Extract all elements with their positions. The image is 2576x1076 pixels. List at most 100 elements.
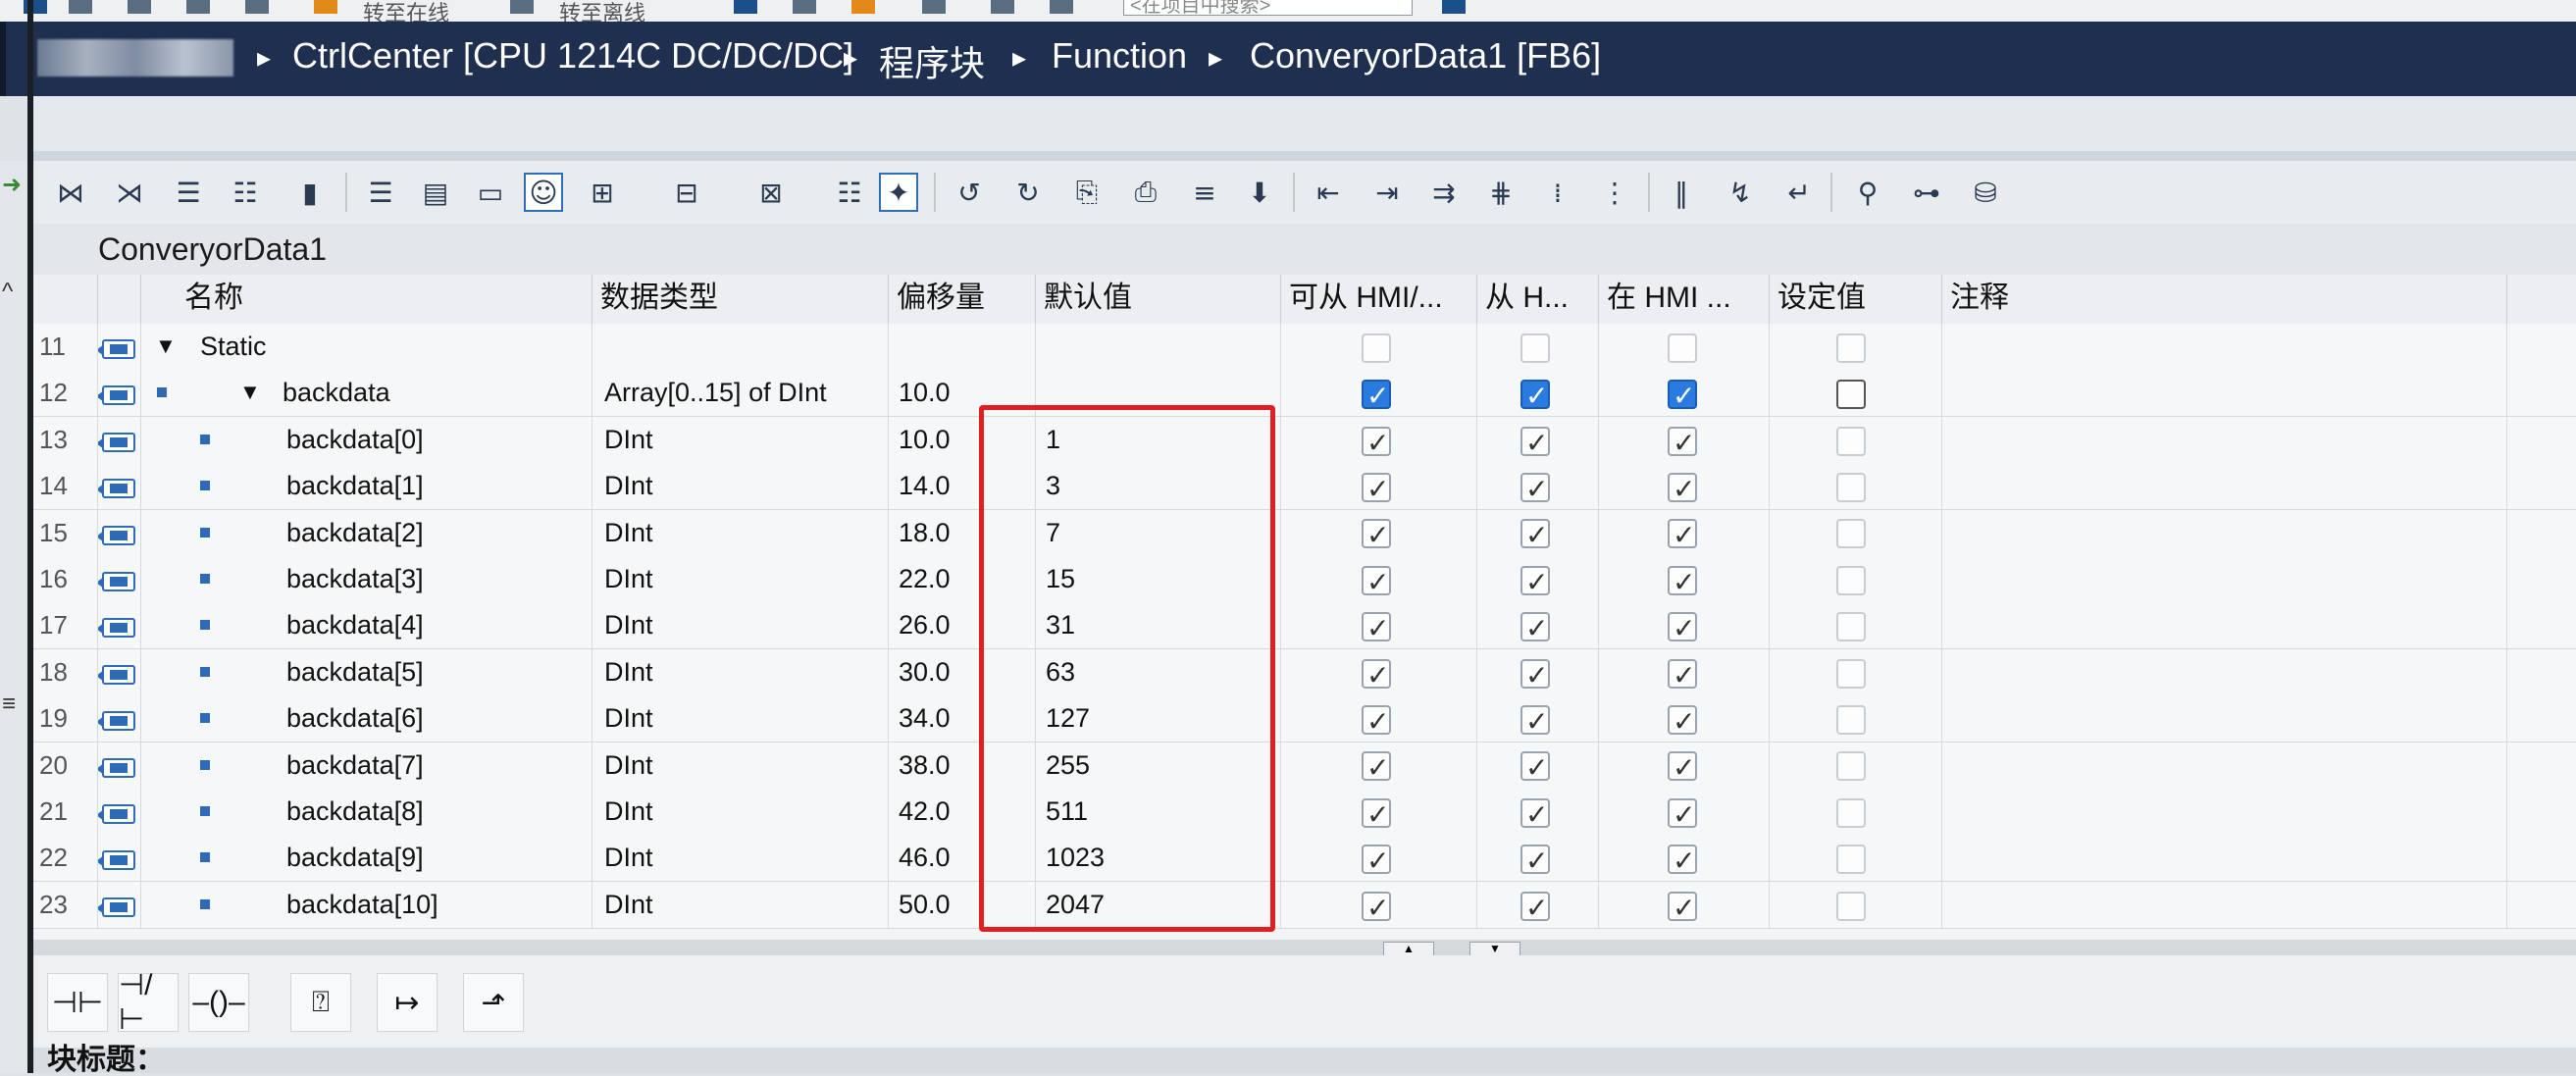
open-branch-icon[interactable]: ↦ xyxy=(377,973,438,1032)
hmi-settable-checkbox[interactable] xyxy=(1668,793,1697,835)
hmi-visible-checkbox[interactable] xyxy=(1520,886,1550,928)
go-online-icon[interactable] xyxy=(314,0,337,14)
table-row[interactable]: 12 ▼ backdata Array[0..15] of DInt 10.0 xyxy=(33,370,2576,418)
name-cell[interactable]: backdata[5] xyxy=(141,648,592,695)
header-datatype[interactable]: 数据类型 xyxy=(592,275,889,324)
setpoint-checkbox[interactable] xyxy=(1836,751,1866,782)
hmi-visible-checkbox[interactable] xyxy=(1520,374,1550,416)
hmi-access-checkbox[interactable] xyxy=(1362,560,1391,602)
hmi-in-cell[interactable] xyxy=(1599,881,1770,928)
hmi-in-cell[interactable] xyxy=(1599,695,1770,743)
setpoint-cell[interactable] xyxy=(1770,789,1942,835)
default-value-cell[interactable]: 15 xyxy=(1036,556,1281,602)
default-value-cell[interactable]: 127 xyxy=(1036,695,1281,743)
hmi-access-cell[interactable] xyxy=(1281,324,1477,370)
name-cell[interactable]: backdata[9] xyxy=(141,835,592,882)
hmi-settable-checkbox[interactable] xyxy=(1668,374,1697,416)
delete-row-icon[interactable]: ⋊ xyxy=(110,173,149,212)
hmi-from-cell[interactable] xyxy=(1477,370,1599,417)
setpoint-cell[interactable] xyxy=(1770,695,1942,743)
datatype-cell[interactable]: DInt xyxy=(592,881,889,928)
table-row[interactable]: 14 backdata[1] DInt 14.0 3 xyxy=(33,463,2576,511)
setpoint-cell[interactable] xyxy=(1770,370,1942,417)
setpoint-checkbox[interactable] xyxy=(1836,473,1866,503)
expand-triangle-icon[interactable]: ▼ xyxy=(239,370,261,415)
setpoint-checkbox[interactable] xyxy=(1836,612,1866,642)
comment-cell[interactable] xyxy=(1942,881,2507,928)
next-bookmark-icon[interactable]: ⋮ xyxy=(1595,173,1634,212)
setpoint-checkbox[interactable] xyxy=(1836,565,1866,595)
hmi-from-cell[interactable] xyxy=(1477,789,1599,835)
hmi-settable-checkbox[interactable] xyxy=(1668,467,1697,509)
network-comments-icon[interactable]: ☺ xyxy=(524,173,563,212)
datatype-cell[interactable]: DInt xyxy=(592,556,889,602)
name-cell[interactable]: backdata[3] xyxy=(141,556,592,602)
accessible-devices-icon[interactable] xyxy=(734,0,757,14)
highlight-icon[interactable]: ✦ xyxy=(879,173,918,212)
close-all-networks-icon[interactable]: ▭ xyxy=(471,173,510,212)
paste-icon[interactable] xyxy=(245,0,269,14)
hmi-settable-checkbox[interactable] xyxy=(1668,421,1697,463)
hmi-visible-checkbox[interactable] xyxy=(1520,839,1550,881)
breakpoints-icon[interactable]: ⊠ xyxy=(751,173,791,212)
hmi-access-checkbox[interactable] xyxy=(1362,467,1391,509)
default-value-cell[interactable] xyxy=(1036,324,1281,370)
table-row[interactable]: 22 backdata[9] DInt 46.0 1023 xyxy=(33,835,2576,883)
setpoint-cell[interactable] xyxy=(1770,648,1942,695)
hmi-access-cell[interactable] xyxy=(1281,742,1477,789)
network-title[interactable]: 块标题： xyxy=(47,1046,165,1075)
hmi-in-cell[interactable] xyxy=(1599,648,1770,695)
hmi-access-cell[interactable] xyxy=(1281,509,1477,556)
hmi-visible-checkbox[interactable] xyxy=(1520,560,1550,602)
datatype-cell[interactable]: DInt xyxy=(592,648,889,695)
hmi-in-cell[interactable] xyxy=(1599,370,1770,417)
name-cell[interactable]: backdata[1] xyxy=(141,463,592,510)
name-cell[interactable]: ▼ backdata xyxy=(141,370,592,417)
default-value-cell[interactable]: 3 xyxy=(1036,463,1281,510)
hmi-access-checkbox[interactable] xyxy=(1362,374,1391,416)
coil-icon[interactable]: –()– xyxy=(188,973,249,1032)
default-value-cell[interactable]: 31 xyxy=(1036,602,1281,649)
default-value-cell[interactable]: 1023 xyxy=(1036,835,1281,882)
hmi-access-checkbox[interactable] xyxy=(1362,745,1391,789)
comment-cell[interactable] xyxy=(1942,602,2507,649)
compare-icon[interactable]: ▮ xyxy=(290,173,330,212)
empty-box-icon[interactable]: ⍰ xyxy=(290,973,351,1032)
datatype-cell[interactable]: DInt xyxy=(592,742,889,789)
hmi-access-checkbox[interactable] xyxy=(1362,333,1391,363)
table-row[interactable]: 15 backdata[2] DInt 18.0 7 xyxy=(33,509,2576,557)
indent-icon[interactable]: ⇤ xyxy=(1309,173,1348,212)
setpoint-checkbox[interactable] xyxy=(1836,519,1866,549)
header-offset[interactable]: 偏移量 xyxy=(889,275,1036,324)
hmi-visible-checkbox[interactable] xyxy=(1520,421,1550,463)
absolute-operands-icon[interactable]: ⊞ xyxy=(583,173,622,212)
hmi-access-cell[interactable] xyxy=(1281,789,1477,835)
collapse-up-icon[interactable]: ^ xyxy=(2,279,13,306)
comment-cell[interactable] xyxy=(1942,324,2507,370)
project-search-input[interactable]: <在项目中搜索> xyxy=(1123,0,1413,16)
comment-cell[interactable] xyxy=(1942,835,2507,882)
header-setpoint[interactable]: 设定值 xyxy=(1770,275,1942,324)
datatype-cell[interactable]: DInt xyxy=(592,416,889,463)
table-row[interactable]: 21 backdata[8] DInt 42.0 511 xyxy=(33,789,2576,836)
hmi-from-cell[interactable] xyxy=(1477,416,1599,463)
header-hmi-from[interactable]: 从 H... xyxy=(1477,275,1599,324)
setpoint-cell[interactable] xyxy=(1770,835,1942,882)
hmi-settable-checkbox[interactable] xyxy=(1668,839,1697,881)
monitor-icon[interactable]: ⎘ xyxy=(1067,173,1107,212)
setpoint-cell[interactable] xyxy=(1770,556,1942,602)
hmi-visible-checkbox[interactable] xyxy=(1520,513,1550,556)
comment-cell[interactable] xyxy=(1942,695,2507,743)
delete-network-icon[interactable]: ☷ xyxy=(226,173,265,212)
hmi-from-cell[interactable] xyxy=(1477,835,1599,882)
hmi-visible-checkbox[interactable] xyxy=(1520,745,1550,789)
go-offline-label[interactable]: 转至离线 xyxy=(559,0,645,22)
hmi-access-cell[interactable] xyxy=(1281,695,1477,743)
hmi-settable-checkbox[interactable] xyxy=(1668,653,1697,695)
table-row[interactable]: 17 backdata[4] DInt 26.0 31 xyxy=(33,602,2576,650)
setpoint-checkbox[interactable] xyxy=(1836,658,1866,689)
hmi-visible-checkbox[interactable] xyxy=(1520,467,1550,509)
open-all-networks-icon[interactable]: ▤ xyxy=(416,173,455,212)
hmi-in-cell[interactable] xyxy=(1599,556,1770,602)
column-icon[interactable]: ‖ xyxy=(1662,173,1701,212)
